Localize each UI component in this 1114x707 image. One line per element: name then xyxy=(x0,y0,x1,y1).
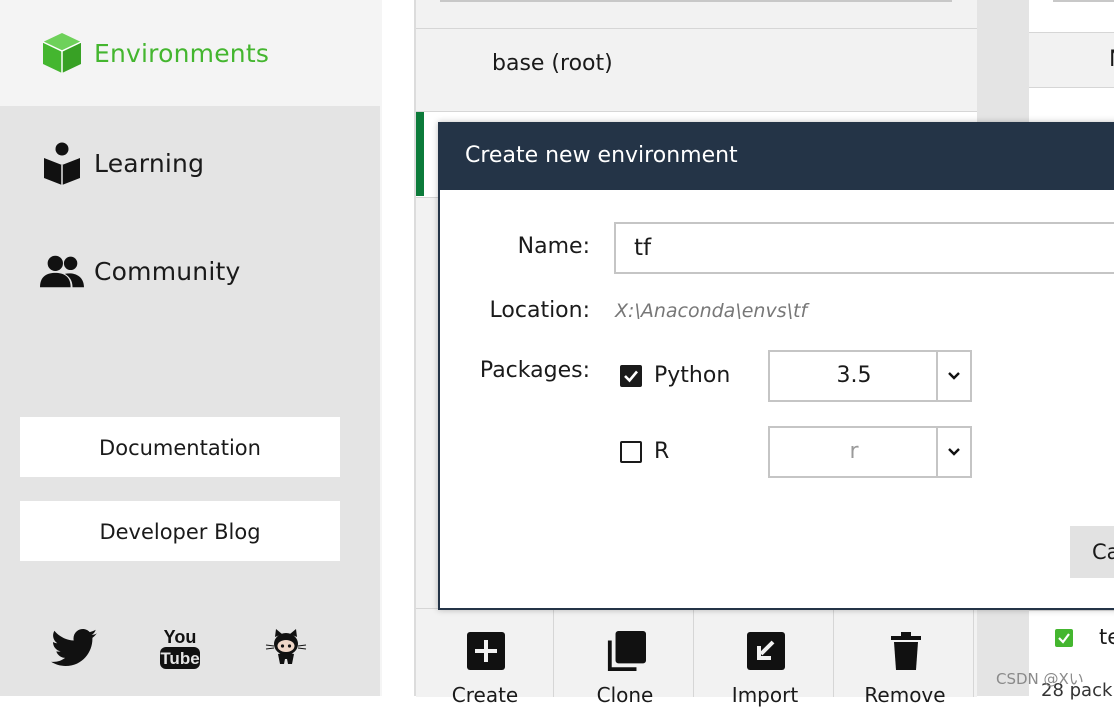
environment-toolbar: Create Clone Import Remove xyxy=(416,608,977,707)
cube-icon xyxy=(40,31,84,75)
import-label: Import xyxy=(731,683,799,707)
people-icon xyxy=(40,249,84,293)
python-label: Python xyxy=(654,363,731,388)
environment-name: base (root) xyxy=(492,51,613,76)
python-checkbox[interactable] xyxy=(620,365,642,387)
r-version-value: r xyxy=(849,439,859,464)
svg-text:Tube: Tube xyxy=(160,649,199,668)
checkbox-checked-icon[interactable] xyxy=(1055,629,1073,647)
nav-label: Environments xyxy=(94,38,270,68)
panel-gap xyxy=(382,0,414,696)
dialog-header: Create new environment xyxy=(440,124,1114,190)
nav-label: Community xyxy=(94,256,241,286)
location-label: Location: xyxy=(489,298,590,323)
developer-blog-button[interactable]: Developer Blog xyxy=(20,501,340,561)
environment-row[interactable]: base (root) xyxy=(416,28,977,112)
github-icon[interactable] xyxy=(260,624,312,672)
r-version-select[interactable]: r xyxy=(768,426,972,478)
twitter-icon[interactable] xyxy=(48,624,100,672)
location-value: X:\Anaconda\envs\tf xyxy=(615,300,808,322)
nav-label: Learning xyxy=(94,148,205,178)
remove-label: Remove xyxy=(864,683,946,707)
package-search-input[interactable] xyxy=(1053,0,1114,2)
chevron-down-icon[interactable] xyxy=(936,352,970,400)
python-version-select[interactable]: 3.5 xyxy=(768,350,972,402)
package-name: te xyxy=(1099,625,1114,649)
clone-button[interactable]: Clone xyxy=(556,609,694,707)
r-checkbox[interactable] xyxy=(620,441,642,463)
dialog-title: Create new environment xyxy=(465,143,738,168)
column-header-name: N xyxy=(1109,47,1114,72)
svg-text:You: You xyxy=(164,627,197,647)
chevron-down-icon[interactable] xyxy=(936,428,970,476)
plus-square-icon xyxy=(466,631,506,671)
copy-icon xyxy=(606,631,646,671)
import-icon xyxy=(746,631,786,671)
environment-search-input[interactable] xyxy=(440,0,952,2)
nav-environments[interactable]: Environments xyxy=(0,0,380,106)
nav-learning[interactable]: Learning xyxy=(0,110,380,216)
nav-community[interactable]: Community xyxy=(0,218,380,324)
python-version-value: 3.5 xyxy=(836,363,872,388)
create-environment-dialog: Create new environment Name: Location: X… xyxy=(438,122,1114,610)
environment-name-field[interactable] xyxy=(614,222,1114,274)
remove-button[interactable]: Remove xyxy=(836,609,974,707)
checkmark-icon xyxy=(624,370,638,383)
youtube-icon[interactable]: You Tube xyxy=(154,624,206,672)
watermark: CSDN @Xい xyxy=(996,670,1084,688)
create-label: Create xyxy=(451,683,519,707)
name-label: Name: xyxy=(517,234,590,259)
book-reader-icon xyxy=(40,141,84,185)
trash-icon xyxy=(886,631,926,671)
sidebar: Environments Learning Community Document… xyxy=(0,0,382,696)
cancel-button[interactable]: Ca xyxy=(1070,526,1114,578)
package-row[interactable]: te xyxy=(1029,610,1114,667)
packages-label: Packages: xyxy=(479,358,590,383)
selected-indicator xyxy=(416,112,424,196)
clone-label: Clone xyxy=(596,683,654,707)
create-button[interactable]: Create xyxy=(416,609,554,707)
r-label: R xyxy=(654,439,670,464)
documentation-button[interactable]: Documentation xyxy=(20,417,340,477)
packages-table-header: N xyxy=(1029,32,1114,88)
import-button[interactable]: Import xyxy=(696,609,834,707)
